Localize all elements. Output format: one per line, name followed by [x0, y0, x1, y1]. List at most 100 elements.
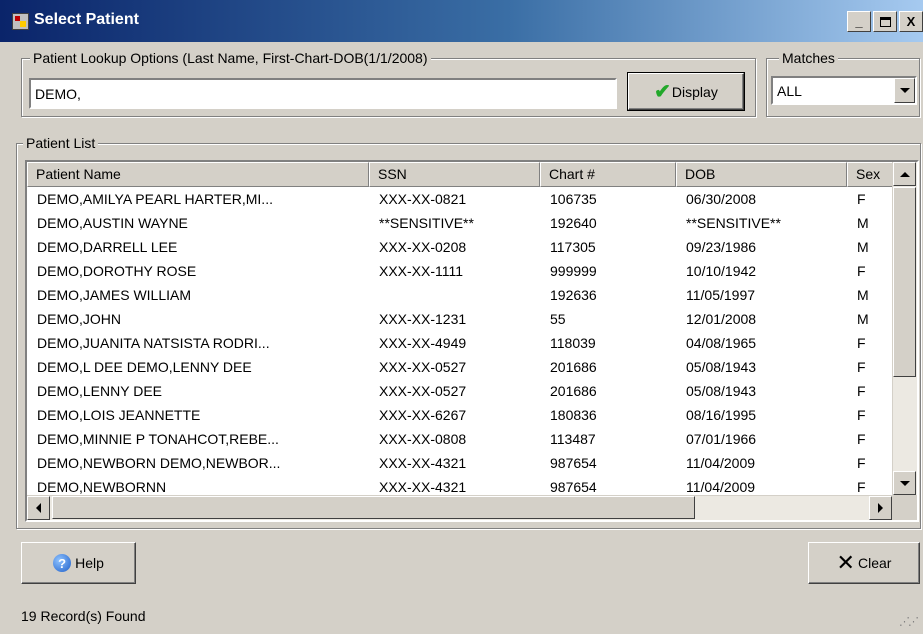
column-header-chart[interactable]: Chart # [540, 162, 676, 187]
window-title: Select Patient [34, 11, 139, 28]
cell-ssn: XXX-XX-6267 [379, 407, 467, 423]
cell-dob: **SENSITIVE** [686, 215, 781, 231]
matches-group-label: Matches [779, 50, 838, 66]
table-row[interactable]: DEMO,LENNY DEE XXX-XX-0527 201686 05/08/194… [27, 380, 895, 404]
chevron-down-icon [899, 88, 910, 93]
cell-sex: F [857, 383, 866, 399]
cell-sex: M [857, 311, 869, 327]
display-button[interactable]: ✔ Display [627, 72, 745, 111]
patient-list-view[interactable]: Patient Name SSN Chart # DOB Sex DEMO,AM… [25, 160, 919, 522]
scroll-left-button[interactable] [27, 496, 50, 520]
cell-chart: 55 [550, 311, 566, 327]
cell-ssn: XXX-XX-0527 [379, 383, 467, 399]
patient-search-input[interactable]: DEMO, [29, 78, 617, 109]
cell-ssn: XXX-XX-0808 [379, 431, 467, 447]
cell-chart: 987654 [550, 455, 597, 471]
cell-patient-name: DEMO,AUSTIN WAYNE [37, 215, 188, 231]
help-button[interactable]: ? Help [21, 542, 136, 584]
table-row[interactable]: DEMO,AMILYA PEARL HARTER,MI... XXX-XX-082… [27, 188, 895, 212]
cell-dob: 11/04/2009 [686, 455, 756, 471]
arrow-left-icon [36, 503, 41, 513]
column-header-patient-name[interactable]: Patient Name [27, 162, 369, 187]
cell-ssn: XXX-XX-1111 [379, 263, 464, 279]
table-row[interactable]: DEMO,MINNIE P TONAHCOT,REBE... XXX-XX-080… [27, 428, 895, 452]
list-header: Patient Name SSN Chart # DOB Sex [27, 162, 895, 187]
scroll-right-button[interactable] [869, 496, 892, 520]
cell-patient-name: DEMO,NEWBORN DEMO,NEWBOR... [37, 455, 281, 471]
table-row[interactable]: DEMO,L DEE DEMO,LENNY DEE XXX-XX-0527 2016… [27, 356, 895, 380]
cell-patient-name: DEMO,MINNIE P TONAHCOT,REBE... [37, 431, 279, 447]
cell-ssn: XXX-XX-1231 [379, 311, 467, 327]
cell-patient-name: DEMO,JAMES WILLIAM [37, 287, 192, 303]
column-header-ssn[interactable]: SSN [369, 162, 540, 187]
cell-ssn: XXX-XX-4321 [379, 455, 467, 471]
patient-list-label: Patient List [23, 135, 99, 151]
cell-chart: 999999 [550, 263, 597, 279]
cell-sex: M [857, 215, 869, 231]
title-bar: Select Patient _ X [0, 0, 923, 42]
cell-sex: F [857, 407, 866, 423]
cell-chart: 118039 [550, 335, 596, 351]
scroll-up-button[interactable] [893, 162, 916, 186]
cell-chart: 201686 [550, 383, 597, 399]
app-icon [12, 13, 29, 30]
help-icon: ? [53, 554, 72, 572]
minimize-button[interactable]: _ [847, 11, 871, 32]
table-row[interactable]: DEMO,JAMES WILLIAM 192636 11/05/1997 M [27, 284, 895, 308]
table-row[interactable]: DEMO,JOHN XXX-XX-1231 55 12/01/2008 M [27, 308, 895, 332]
column-header-sex[interactable]: Sex [847, 162, 895, 187]
close-button[interactable]: X [899, 11, 923, 32]
cell-chart: 117305 [550, 239, 596, 255]
cell-sex: F [857, 431, 866, 447]
maximize-button[interactable] [873, 11, 897, 32]
cell-dob: 05/08/1943 [686, 383, 757, 399]
help-button-label: Help [75, 555, 104, 571]
table-row[interactable]: DEMO,JUANITA NATSISTA RODRI... XXX-XX-494… [27, 332, 895, 356]
cell-ssn: XXX-XX-0208 [379, 239, 467, 255]
cell-sex: F [857, 455, 866, 471]
arrow-down-icon [899, 480, 910, 486]
table-row[interactable]: DEMO,NEWBORN DEMO,NEWBOR... XXX-XX-4321 98… [27, 452, 895, 476]
display-button-label: Display [671, 83, 718, 100]
resize-grip-icon[interactable]: ⋰⋰ [899, 615, 919, 628]
vertical-scrollbar[interactable] [892, 162, 917, 495]
close-icon: ✕ [836, 550, 855, 575]
scroll-down-button[interactable] [893, 471, 916, 495]
cell-dob: 05/08/1943 [686, 359, 757, 375]
clear-button-label: Clear [857, 555, 892, 571]
horizontal-scroll-thumb[interactable] [52, 496, 695, 519]
cell-dob: 06/30/2008 [686, 191, 757, 207]
table-row[interactable]: DEMO,DARRELL LEE XXX-XX-0208 117305 09/23/1… [27, 236, 895, 260]
checkmark-icon: ✔ [654, 80, 671, 103]
maximize-icon [879, 16, 891, 27]
matches-dropdown-button[interactable] [894, 78, 915, 103]
arrow-right-icon [878, 503, 883, 513]
cell-sex: F [857, 263, 866, 279]
arrow-up-icon [899, 171, 910, 177]
cell-sex: F [857, 359, 866, 375]
cell-ssn [369, 284, 540, 308]
cell-ssn: **SENSITIVE** [379, 215, 474, 231]
window-controls: _ X [847, 11, 923, 32]
cell-chart: 113487 [550, 431, 596, 447]
cell-patient-name: DEMO,DARRELL LEE [37, 239, 178, 255]
cell-patient-name: DEMO,L DEE DEMO,LENNY DEE [37, 359, 252, 375]
clear-button[interactable]: ✕ Clear [808, 542, 920, 584]
vertical-scroll-thumb[interactable] [893, 187, 916, 377]
table-row[interactable]: DEMO,LOIS JEANNETTE XXX-XX-6267 180836 08/1… [27, 404, 895, 428]
matches-selected-value: ALL [777, 83, 802, 99]
table-row[interactable]: DEMO,AUSTIN WAYNE **SENSITIVE** 192640 **SE… [27, 212, 895, 236]
status-text: 19 Record(s) Found [21, 608, 146, 624]
cell-patient-name: DEMO,DOROTHY ROSE [37, 263, 197, 279]
cell-chart: 201686 [550, 359, 597, 375]
cell-dob: 07/01/1966 [686, 431, 757, 447]
matches-select[interactable]: ALL [771, 76, 917, 105]
cell-sex: F [857, 335, 866, 351]
cell-dob: 10/10/1942 [686, 263, 757, 279]
cell-patient-name: DEMO,AMILYA PEARL HARTER,MI... [37, 191, 273, 207]
table-row[interactable]: DEMO,DOROTHY ROSE XXX-XX-1111 999999 10/10/… [27, 260, 895, 284]
horizontal-scrollbar[interactable] [27, 495, 917, 520]
cell-ssn: XXX-XX-0821 [379, 191, 467, 207]
column-header-dob[interactable]: DOB [676, 162, 847, 187]
cell-sex: M [857, 287, 869, 303]
